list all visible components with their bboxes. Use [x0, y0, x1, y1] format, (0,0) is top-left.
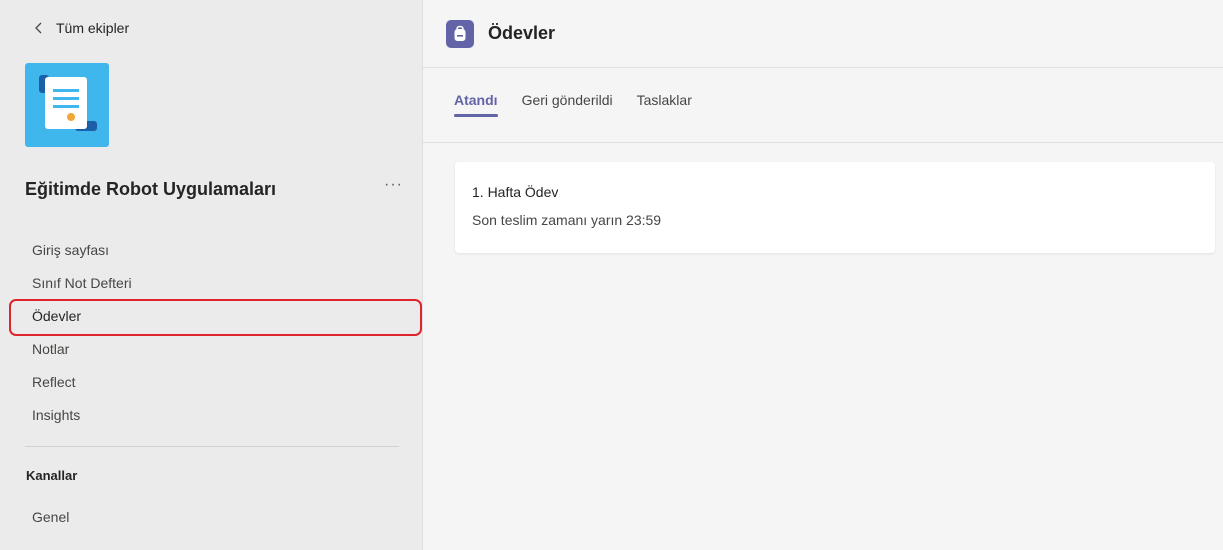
assignment-tabs: Atandı Geri gönderildi Taslaklar	[423, 68, 1223, 143]
sidebar-item-reflect[interactable]: Reflect	[0, 365, 422, 398]
main-content: Ödevler Atandı Geri gönderildi Taslaklar…	[422, 0, 1223, 550]
page-header: Ödevler	[423, 0, 1223, 68]
tab-drafts[interactable]: Taslaklar	[637, 92, 692, 114]
tab-assigned[interactable]: Atandı	[454, 92, 498, 117]
sidebar-divider	[25, 446, 399, 447]
page-title: Ödevler	[488, 23, 556, 43]
back-to-teams-link[interactable]: Tüm ekipler	[32, 20, 129, 36]
tab-returned[interactable]: Geri gönderildi	[522, 92, 613, 114]
team-sidebar: Tüm ekipler Eğitimde Robot Uygulamaları …	[0, 0, 422, 550]
team-name: Eğitimde Robot Uygulamaları	[25, 179, 277, 199]
sidebar-item-label: Ödevler	[32, 307, 82, 324]
sidebar-item-label: Insights	[32, 406, 81, 423]
sidebar-item-class-notebook[interactable]: Sınıf Not Defteri	[0, 266, 422, 299]
assignment-title: 1. Hafta Ödev	[472, 184, 559, 200]
channels-section-label: Kanallar	[26, 468, 78, 483]
channel-item-label: Genel	[32, 508, 70, 525]
sidebar-item-assignments[interactable]: Ödevler	[0, 299, 422, 336]
more-options-button[interactable]: ···	[384, 176, 403, 194]
back-link-label: Tüm ekipler	[56, 20, 130, 36]
sidebar-item-grades[interactable]: Notlar	[0, 332, 422, 365]
channel-item-general[interactable]: Genel	[0, 500, 422, 533]
sidebar-item-label: Giriş sayfası	[32, 241, 110, 258]
backpack-icon	[446, 19, 474, 48]
app-window: Tüm ekipler Eğitimde Robot Uygulamaları …	[0, 0, 1223, 550]
scroll-document-icon	[25, 63, 109, 147]
sidebar-item-label: Sınıf Not Defteri	[32, 274, 132, 291]
sidebar-item-home[interactable]: Giriş sayfası	[0, 233, 422, 266]
sidebar-item-label: Notlar	[32, 340, 70, 357]
sidebar-item-label: Reflect	[32, 373, 76, 390]
chevron-left-icon	[32, 21, 46, 35]
assignment-card[interactable]: 1. Hafta Ödev Son teslim zamanı yarın 23…	[455, 162, 1215, 253]
assignment-due-date: Son teslim zamanı yarın 23:59	[472, 212, 662, 228]
sidebar-item-insights[interactable]: Insights	[0, 398, 422, 431]
team-nav: Giriş sayfası Sınıf Not Defteri Ödevler …	[0, 233, 422, 431]
